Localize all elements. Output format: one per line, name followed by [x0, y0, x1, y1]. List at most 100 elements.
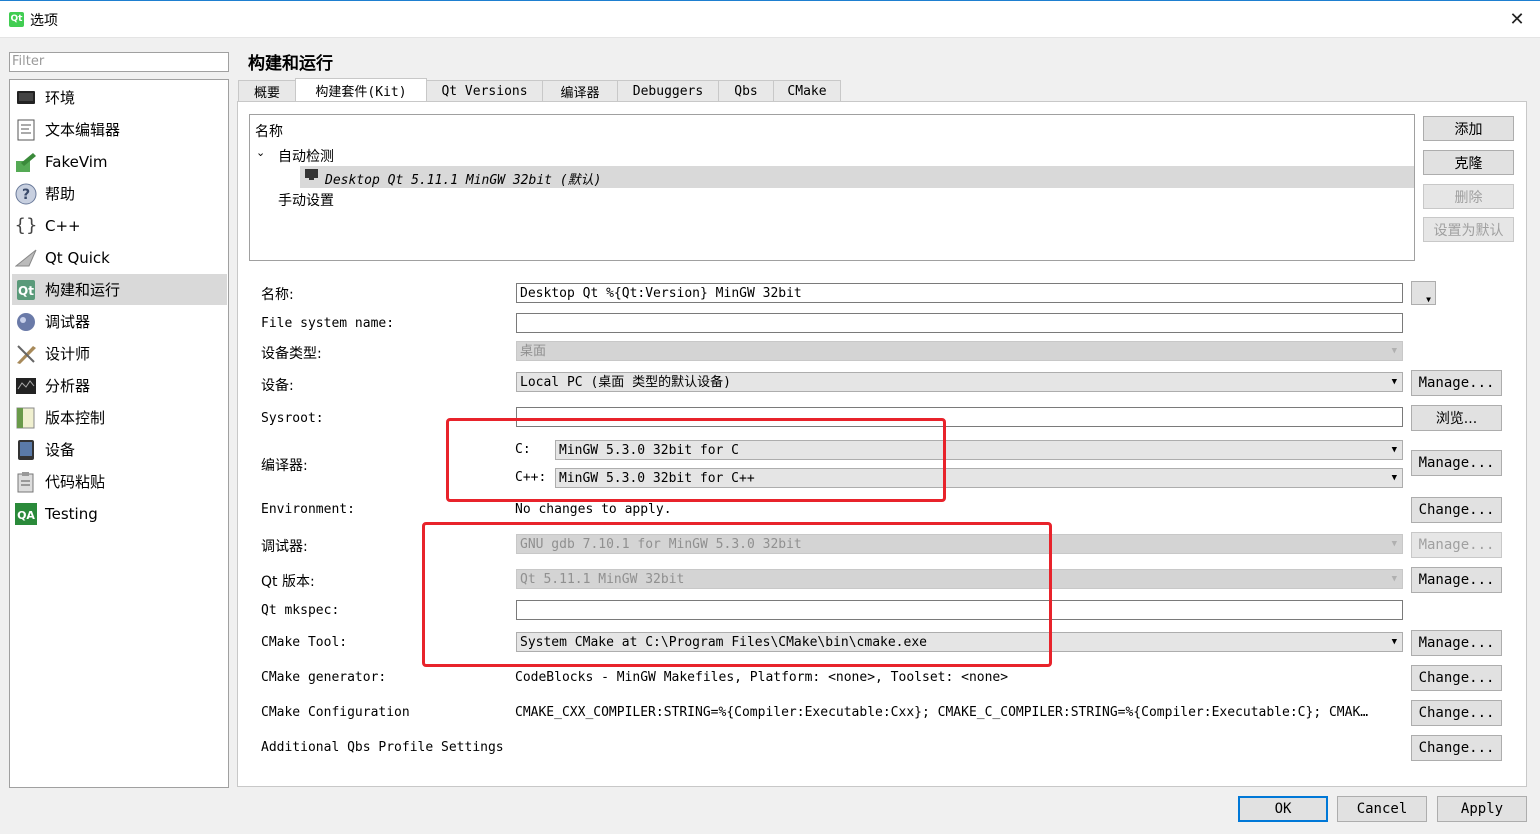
- tab-kits[interactable]: 构建套件(Kit): [295, 78, 427, 102]
- svg-text:QA: QA: [17, 509, 35, 522]
- sidebar-item-analyzer[interactable]: 分析器: [12, 370, 227, 401]
- tree-node-auto-detected[interactable]: 自动检测: [278, 146, 334, 166]
- qt-version-label: Qt 版本:: [261, 574, 315, 590]
- sidebar-item-label: 文本编辑器: [45, 121, 121, 139]
- page-title: 构建和运行: [248, 54, 333, 74]
- chevron-down-icon: ▼: [1426, 294, 1431, 304]
- debugger-label: 调试器:: [261, 539, 308, 555]
- sidebar-item-cpp[interactable]: {} C++: [12, 210, 227, 241]
- tab-debuggers[interactable]: Debuggers: [617, 80, 719, 102]
- device-manage-button[interactable]: Manage...: [1411, 370, 1502, 396]
- environment-label: Environment:: [261, 502, 355, 517]
- chevron-down-icon: ▼: [1391, 473, 1397, 483]
- clone-button[interactable]: 克隆: [1423, 150, 1514, 175]
- chevron-down-icon[interactable]: ⌄: [256, 146, 265, 159]
- variables-button[interactable]: ▼: [1411, 281, 1436, 305]
- device-value: Local PC (桌面 类型的默认设备): [520, 375, 731, 390]
- tree-header: 名称: [255, 124, 283, 140]
- device-combo[interactable]: Local PC (桌面 类型的默认设备) ▼: [516, 372, 1403, 392]
- add-button[interactable]: 添加: [1423, 116, 1514, 141]
- cmake-config-change-button[interactable]: Change...: [1411, 700, 1502, 726]
- sidebar-item-testing[interactable]: QA Testing: [12, 498, 227, 529]
- sidebar-item-text-editor[interactable]: 文本编辑器: [12, 114, 227, 145]
- chevron-down-icon: ▼: [1391, 637, 1397, 647]
- sidebar-item-code-paste[interactable]: 代码粘贴: [12, 466, 227, 497]
- cmake-generator-label: CMake generator:: [261, 670, 387, 685]
- qt-version-manage-button[interactable]: Manage...: [1411, 567, 1502, 593]
- sysroot-browse-button[interactable]: 浏览...: [1411, 405, 1502, 431]
- tab-cmake[interactable]: CMake: [773, 80, 841, 102]
- name-field[interactable]: Desktop Qt %{Qt:Version} MinGW 32bit: [516, 283, 1403, 303]
- qbs-settings-change-button[interactable]: Change...: [1411, 735, 1502, 761]
- cancel-button[interactable]: Cancel: [1337, 796, 1427, 822]
- cmake-generator-change-button[interactable]: Change...: [1411, 665, 1502, 691]
- sidebar-item-build-run[interactable]: Qt 构建和运行: [12, 274, 227, 305]
- sidebar-item-label: 分析器: [45, 377, 91, 395]
- paper-plane-icon: [15, 247, 37, 269]
- sidebar-item-label: 设计师: [45, 345, 91, 363]
- chevron-down-icon: ▼: [1391, 539, 1397, 549]
- tree-node-manual[interactable]: 手动设置: [278, 190, 334, 210]
- chevron-down-icon: ▼: [1391, 377, 1397, 387]
- sidebar-item-device[interactable]: 设备: [12, 434, 227, 465]
- sidebar-item-label: Qt Quick: [45, 248, 110, 267]
- sidebar-item-qt-quick[interactable]: Qt Quick: [12, 242, 227, 273]
- debugger-cmake-highlight-box: [422, 522, 1052, 667]
- tab-compilers[interactable]: 编译器: [542, 80, 618, 102]
- compiler-label: 编译器:: [261, 458, 308, 474]
- sidebar-item-debugger[interactable]: 调试器: [12, 306, 227, 337]
- braces-icon: {}: [14, 215, 38, 236]
- sidebar-item-label: 帮助: [45, 185, 76, 203]
- tab-bar: 概要 构建套件(Kit) Qt Versions 编译器 Debuggers Q…: [238, 78, 841, 102]
- cmake-generator-value: CodeBlocks - MinGW Makefiles, Platform: …: [515, 670, 1009, 685]
- sidebar-item-fakevim[interactable]: FakeVim: [12, 146, 227, 177]
- analyzer-icon: [15, 375, 37, 397]
- environment-value: No changes to apply.: [515, 502, 672, 517]
- monitor-icon: [305, 169, 319, 185]
- device-type-combo[interactable]: 桌面 ▼: [516, 341, 1403, 361]
- tab-qbs[interactable]: Qbs: [718, 80, 774, 102]
- compiler-manage-button[interactable]: Manage...: [1411, 450, 1502, 476]
- chevron-down-icon: ▼: [1391, 445, 1397, 455]
- sidebar: 环境 文本编辑器 FakeVim ? 帮助 {} C++ Qt Quick Qt…: [9, 79, 229, 788]
- sidebar-item-label: 环境: [45, 89, 76, 107]
- sidebar-item-designer[interactable]: 设计师: [12, 338, 227, 369]
- mkspec-label: Qt mkspec:: [261, 603, 340, 618]
- code-paste-icon: [15, 471, 37, 493]
- ok-button[interactable]: OK: [1238, 796, 1328, 822]
- remove-button[interactable]: 删除: [1423, 184, 1514, 209]
- cmake-tool-manage-button[interactable]: Manage...: [1411, 630, 1502, 656]
- cmake-config-label: CMake Configuration: [261, 705, 410, 720]
- chevron-down-icon: ▼: [1391, 574, 1397, 584]
- sidebar-item-label: 设备: [45, 441, 76, 459]
- apply-button[interactable]: Apply: [1437, 796, 1527, 822]
- set-default-button[interactable]: 设置为默认: [1423, 217, 1514, 242]
- sidebar-item-help[interactable]: ? 帮助: [12, 178, 227, 209]
- sidebar-item-environment[interactable]: 环境: [12, 82, 227, 113]
- close-icon: ✕: [1509, 9, 1525, 30]
- sidebar-item-label: FakeVim: [45, 152, 108, 171]
- svg-text:Qt: Qt: [18, 284, 34, 298]
- filter-input[interactable]: Filter: [9, 52, 229, 72]
- device-icon: [15, 439, 37, 461]
- tab-overview[interactable]: 概要: [238, 80, 296, 102]
- debugger-icon: [15, 311, 37, 333]
- designer-icon: [15, 343, 37, 365]
- tree-item-kit[interactable]: Desktop Qt 5.11.1 MinGW 32bit (默认): [325, 169, 601, 188]
- build-run-icon: Qt: [15, 279, 37, 301]
- fs-name-field[interactable]: [516, 313, 1403, 333]
- debugger-manage-button[interactable]: Manage...: [1411, 532, 1502, 558]
- close-button[interactable]: ✕: [1494, 1, 1540, 38]
- sidebar-item-version-control[interactable]: 版本控制: [12, 402, 227, 433]
- help-icon: ?: [15, 183, 37, 205]
- name-label: 名称:: [261, 287, 294, 303]
- window-title: 选项: [30, 13, 58, 29]
- sidebar-item-label: 代码粘贴: [45, 473, 106, 491]
- environment-change-button[interactable]: Change...: [1411, 497, 1502, 523]
- tab-qt-versions[interactable]: Qt Versions: [426, 80, 543, 102]
- sysroot-label: Sysroot:: [261, 411, 324, 426]
- compiler-highlight-box: [446, 418, 946, 502]
- sidebar-item-label: 构建和运行: [45, 281, 121, 299]
- svg-text:?: ?: [22, 187, 30, 203]
- sidebar-item-label: 版本控制: [45, 409, 106, 427]
